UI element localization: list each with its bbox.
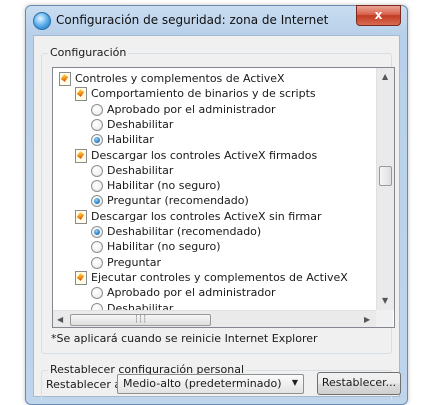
setting-category-icon: [75, 148, 87, 163]
tree-item-label: Preguntar (recomendado): [107, 194, 249, 208]
tree-item-label: Habilitar (no seguro): [107, 240, 221, 254]
radio-icon[interactable]: [91, 302, 103, 310]
radio-icon[interactable]: [91, 103, 103, 116]
scroll-left-icon[interactable]: ◀: [57, 315, 63, 325]
tree-item-label: Habilitar (no seguro): [107, 179, 221, 193]
radio-icon[interactable]: [91, 241, 103, 254]
radio-selected-icon[interactable]: [91, 226, 103, 238]
scroll-right-icon[interactable]: ▶: [364, 315, 370, 325]
horizontal-scrollbar[interactable]: ◀ ┆┆┆ ▶: [53, 310, 376, 327]
reset-to-label: Restablecer a:: [46, 378, 125, 391]
horizontal-scroll-thumb[interactable]: ┆┆┆: [70, 314, 211, 326]
setting-category-icon: [75, 270, 87, 285]
settings-tree-viewport: Controles y complementos de ActiveX Compo…: [53, 68, 376, 310]
tree-item-label: Descargar los controles ActiveX firmados: [91, 148, 318, 162]
tree-item-label: Deshabilitar: [107, 163, 174, 177]
scroll-corner: [376, 310, 393, 327]
close-button[interactable]: x: [356, 5, 401, 26]
tree-item-label: Descargar los controles ActiveX sin firm…: [91, 209, 322, 223]
tree-item-label: Aprobado por el administrador: [107, 102, 276, 116]
tree-item-label: Aprobado por el administrador: [107, 286, 276, 300]
vertical-scroll-thumb[interactable]: [379, 166, 392, 186]
radio-icon[interactable]: [91, 256, 103, 269]
tree-item-label: Deshabilitar: [107, 117, 174, 131]
scroll-up-icon[interactable]: ▲: [382, 72, 388, 82]
settings-group-label: Configuración: [48, 46, 129, 59]
chevron-down-icon: ▼: [291, 378, 298, 387]
setting-category-icon: [75, 87, 87, 102]
ie-shield-icon: [33, 12, 51, 30]
tree-item-label: Deshabilitar (recomendado): [107, 225, 262, 238]
tree-item-label: Comportamiento de binarios y de scripts: [91, 87, 316, 101]
radio-icon[interactable]: [91, 287, 103, 300]
tree-item-label: Ejecutar controles y complementos de Act…: [91, 270, 348, 284]
tree-item-label: Deshabilitar: [107, 301, 174, 311]
reset-level-value: Medio-alto (predeterminado): [123, 377, 282, 390]
vertical-scrollbar[interactable]: ▲ ▼: [376, 68, 394, 310]
settings-tree[interactable]: Controles y complementos de ActiveX Compo…: [52, 67, 395, 328]
reset-button[interactable]: Restablecer...: [317, 372, 401, 395]
restart-note: *Se aplicará cuando se reinicie Internet…: [51, 332, 318, 345]
radio-icon[interactable]: [91, 180, 103, 193]
window-title: Configuración de seguridad: zona de Inte…: [56, 13, 329, 27]
radio-selected-icon[interactable]: [91, 134, 103, 147]
scroll-down-icon[interactable]: ▼: [382, 296, 388, 306]
setting-category-icon: [75, 209, 87, 224]
tree-item-label: Habilitar: [107, 133, 154, 147]
security-settings-dialog: Configuración de seguridad: zona de Inte…: [25, 5, 408, 405]
tree-item-label: Controles y complementos de ActiveX: [75, 72, 285, 85]
setting-category-icon: [59, 72, 71, 86]
title-bar[interactable]: Configuración de seguridad: zona de Inte…: [26, 5, 407, 34]
radio-icon[interactable]: [91, 118, 103, 131]
reset-level-select[interactable]: Medio-alto (predeterminado) ▼: [117, 374, 304, 394]
radio-selected-icon[interactable]: [91, 195, 103, 208]
radio-icon[interactable]: [91, 164, 103, 177]
tree-item-label: Preguntar: [107, 255, 161, 269]
